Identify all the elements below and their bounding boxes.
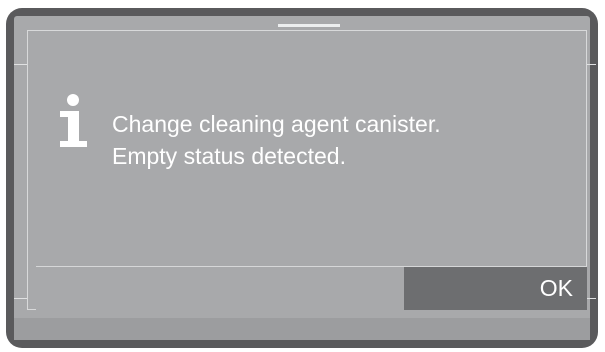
right-tick-upper bbox=[586, 64, 596, 65]
right-tick-lower bbox=[586, 298, 596, 299]
left-tick-lower bbox=[14, 298, 28, 299]
bottom-bar bbox=[14, 318, 590, 340]
scroll-indicator bbox=[278, 24, 340, 27]
left-tick-upper bbox=[14, 64, 28, 65]
message-line-1: Change cleaning agent canister. bbox=[112, 111, 441, 137]
dialog-message: Change cleaning agent canister. Empty st… bbox=[112, 108, 441, 172]
empty-button-slot bbox=[36, 267, 404, 310]
info-icon bbox=[60, 94, 87, 147]
ok-button[interactable]: OK bbox=[404, 267, 587, 310]
message-line-2: Empty status detected. bbox=[112, 143, 346, 169]
